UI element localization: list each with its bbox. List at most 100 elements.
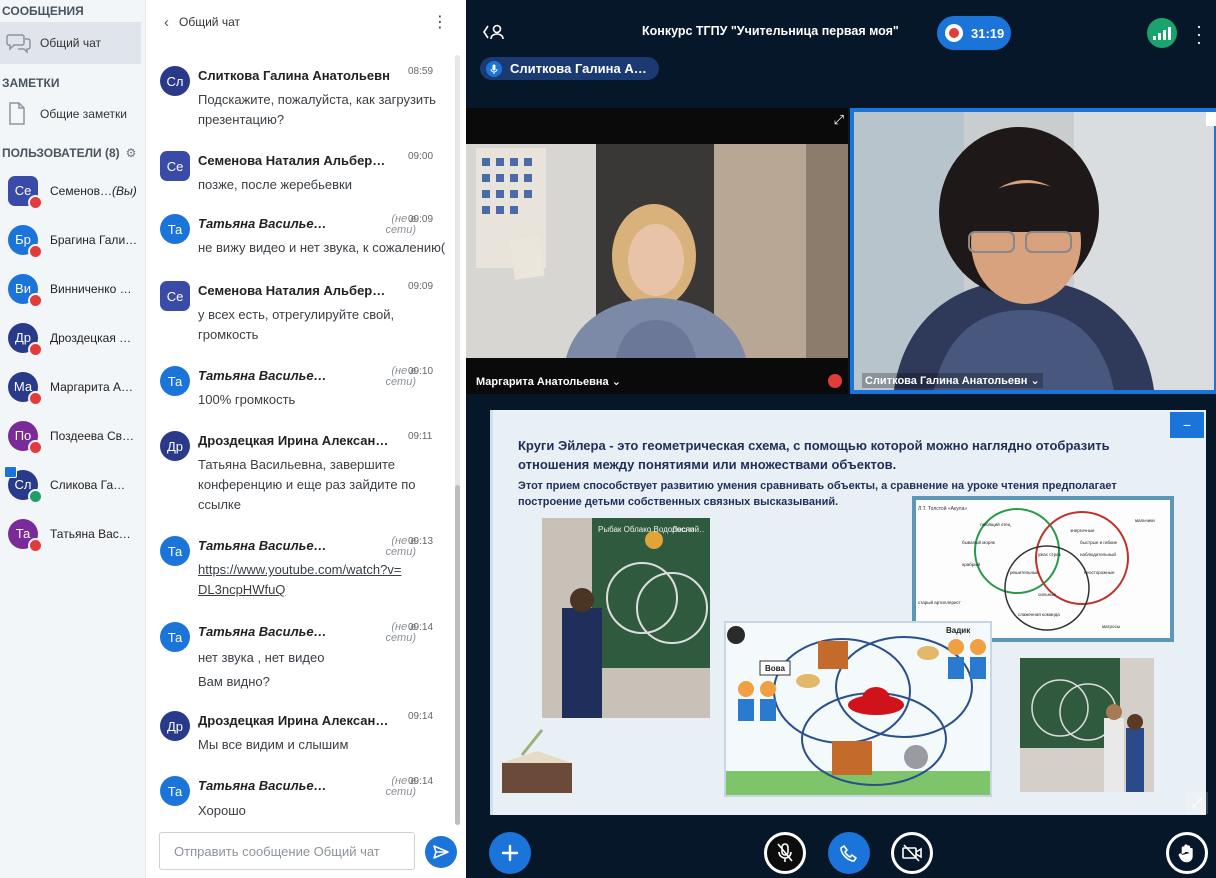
avatar: Др (160, 711, 190, 741)
muted-mic-icon (828, 374, 842, 388)
notes-header: ЗАМЕТКИ (2, 76, 60, 90)
user-item[interactable]: Се Семенов…(Вы) (0, 166, 145, 215)
message-text: у всех есть, отрегулируйте свой, громкос… (198, 307, 395, 342)
sidebar-item-shared-notes[interactable]: Общие заметки (0, 94, 145, 134)
avatar: По (8, 420, 43, 455)
diagram-label: сильные (1038, 592, 1056, 597)
unmute-button[interactable] (764, 832, 806, 874)
fullscreen-presentation-button[interactable]: ⤢ (1186, 792, 1208, 814)
message-author: Семенова Наталия Альбер… (198, 153, 386, 168)
toggle-userlist-icon[interactable] (482, 22, 506, 47)
send-button[interactable] (425, 836, 457, 868)
message-author: Татьяна Василье… (198, 216, 327, 231)
user-name: Татьяна Вас… (50, 526, 131, 541)
muted-mic-icon (28, 537, 43, 553)
muted-mic-icon (777, 843, 793, 862)
minimize-presentation-button[interactable]: − (1170, 412, 1204, 438)
messages-header: СООБЩЕНИЯ (2, 4, 84, 18)
webcam-video (466, 144, 848, 358)
chevron-left-icon[interactable]: ‹ (164, 14, 169, 31)
diagram-label: неосторожные (1084, 570, 1115, 575)
users-header: ПОЛЬЗОВАТЕЛИ (8) ⚙ (0, 142, 145, 164)
talking-user-name: Слиткова Галина А… (510, 61, 647, 76)
avatar: Ма (8, 371, 43, 406)
video-off-icon (902, 844, 922, 862)
fullscreen-icon[interactable]: ⤢ (834, 112, 844, 128)
phone-icon (840, 845, 857, 862)
leave-audio-button[interactable] (828, 832, 870, 874)
muted-mic-icon (28, 292, 43, 308)
recording-indicator[interactable]: 31:19 (937, 16, 1011, 50)
avatar: Та (160, 622, 190, 652)
user-item[interactable]: По Поздеева Св… (0, 411, 145, 460)
chat-scrollbar[interactable] (455, 55, 460, 825)
muted-mic-icon (28, 243, 43, 259)
diagram-label: ужас страх (1038, 552, 1062, 557)
user-name: Маргарита А… (50, 379, 134, 394)
message-text: не вижу видео и нет звука, к сожалению( (198, 240, 446, 255)
video-user-label[interactable]: Слиткова Галина Анатольевн ⌄ (862, 373, 1043, 388)
user-name: Винниченко … (50, 281, 132, 296)
raise-hand-button[interactable] (1166, 832, 1208, 874)
user-item[interactable]: Ма Маргарита А… (0, 362, 145, 411)
recording-time: 31:19 (971, 25, 1005, 41)
talking-indicator: Слиткова Галина А… (480, 57, 659, 80)
message-author: Татьяна Василье… (198, 538, 327, 553)
scrollbar-thumb[interactable] (455, 485, 460, 825)
video-tile-active-speaker[interactable]: Слиткова Галина Анатольевн ⌄ (850, 108, 1216, 394)
presenter-icon (4, 465, 17, 478)
sidebar-item-public-chat[interactable]: Общий чат (0, 22, 141, 64)
message-author: Семенова Наталия Альбер… (198, 283, 386, 298)
message-time: 09:11 (408, 431, 433, 442)
chat-panel: ‹ Общий чат ⋮ Сл Слиткова Галина Анатоль… (146, 0, 466, 878)
avatar: Др (8, 322, 43, 357)
main-presentation-area: Конкурс ТГПУ "Учительница первая моя" 31… (466, 0, 1216, 878)
slide-title: Круги Эйлера - это геометрическая схема,… (518, 438, 1110, 472)
message-time: 09:14 (408, 622, 434, 633)
message-time: 09:13 (408, 536, 434, 547)
actions-plus-button[interactable] (489, 832, 531, 874)
avatar: Сл (4, 465, 43, 504)
presentation-slide: Круги Эйлера - это геометрическая схема,… (490, 410, 1206, 815)
avatar: Се (160, 151, 190, 181)
video-tile[interactable]: ⤢ Маргарита Анатольевна ⌄ (466, 108, 848, 394)
message-time: 09:00 (408, 151, 434, 162)
avatar: Та (8, 518, 43, 553)
user-item[interactable]: Та Татьяна Вас… (0, 509, 145, 558)
diagram-label: старый артиллерист (918, 599, 961, 605)
connection-status-icon[interactable] (1147, 18, 1177, 48)
user-item[interactable]: Сл Сликова Га… (0, 460, 145, 509)
gear-icon[interactable]: ⚙ (126, 142, 137, 164)
user-item[interactable]: Ви Винниченко … (0, 264, 145, 313)
message-text: Подскажите, пожалуйста, как загрузить пр… (198, 92, 436, 127)
top-bar: Конкурс ТГПУ "Учительница первая моя" 31… (466, 0, 1216, 80)
muted-mic-icon (28, 390, 43, 406)
message-link[interactable]: https://www.youtube.com/watch?v=DL3ncpHW… (198, 560, 408, 600)
user-item[interactable]: Бр Брагина Гали… (0, 215, 145, 264)
user-name: Сликова Га… (50, 477, 126, 492)
video-user-label[interactable]: Маргарита Анатольевна ⌄ (476, 375, 621, 388)
record-icon (945, 24, 963, 42)
message-text: Мы все видим и слышим (198, 737, 349, 752)
options-menu-icon[interactable]: · · · (1196, 17, 1202, 51)
share-webcam-button[interactable] (891, 832, 933, 874)
avatar: Та (160, 536, 190, 566)
message-text: Татьяна Васильевна, завершите конференци… (198, 457, 416, 512)
diagram-label: матросы (1102, 624, 1120, 629)
user-item[interactable]: Др Дроздецкая … (0, 313, 145, 362)
message-text: Вам видно? (198, 674, 270, 689)
muted-mic-icon (28, 194, 43, 210)
diagram-label: храбрый (962, 561, 981, 567)
message-text: Хорошо (198, 803, 246, 818)
expand-handle[interactable] (1206, 112, 1216, 126)
more-options-icon[interactable]: ⋮ (432, 12, 448, 32)
chat-bubbles-icon (6, 32, 40, 54)
message-author: Татьяна Василье… (198, 624, 327, 639)
chat-message-input[interactable]: Отправить сообщение Общий чат (159, 832, 415, 870)
avatar: Та (160, 776, 190, 806)
chat-title: Общий чат (179, 15, 240, 29)
message-text: нет звука , нет видео (198, 650, 325, 665)
meeting-title: Конкурс ТГПУ "Учительница первая моя" (642, 24, 899, 38)
message-author: Татьяна Василье… (198, 778, 327, 793)
mic-icon (486, 60, 502, 77)
